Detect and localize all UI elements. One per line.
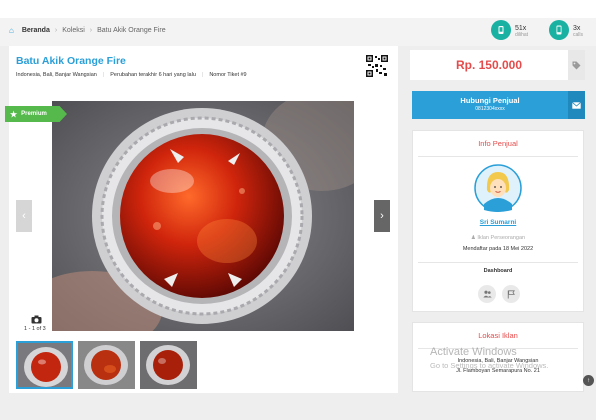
seller-type-label: Iklan Perseorangan — [477, 235, 526, 241]
thumbnail[interactable] — [16, 341, 73, 389]
gallery-next-button[interactable]: › — [374, 200, 390, 232]
seller-heading: Info Penjual — [478, 139, 518, 148]
thumbnail-image — [140, 341, 197, 389]
thumbnail[interactable] — [78, 341, 135, 389]
divider — [418, 262, 578, 263]
breadcrumb-home[interactable]: Beranda — [22, 27, 50, 34]
calls-stat: 3x calls — [549, 20, 583, 40]
star-icon: ★ — [10, 109, 18, 119]
home-icon[interactable]: ⌂ — [9, 26, 14, 35]
chevron-right-icon: › — [380, 210, 384, 222]
scroll-top-button[interactable]: ↑ — [583, 375, 594, 386]
main-photo[interactable] — [52, 101, 354, 331]
meta-divider: | — [102, 72, 105, 78]
chevron-left-icon: ‹ — [22, 210, 26, 222]
seller-registered: Mendaftar pada 18 Mei 2022 — [462, 246, 534, 252]
activation-watermark-subtitle: Go to Settings to activate Windows. — [430, 361, 549, 370]
listing-title: Batu Akik Orange Fire — [16, 55, 126, 67]
seller-name-link[interactable]: Sri Sumarni — [412, 219, 584, 226]
flag-icon[interactable] — [502, 285, 520, 303]
views-count: 51x — [515, 24, 527, 32]
premium-label: Premium — [21, 111, 47, 117]
contact-seller-button[interactable]: Hubungi Penjual 0812304xxxx — [412, 91, 568, 119]
price-display: Rp. 150.000 — [410, 50, 568, 80]
user-icon: ♟ — [470, 235, 476, 241]
eye-icon — [491, 20, 511, 40]
thumbnail-image — [78, 341, 135, 389]
seller-type: ♟ Iklan Perseorangan — [412, 235, 584, 241]
dashboard-tab[interactable]: Dashboard — [474, 265, 522, 277]
mail-icon[interactable] — [568, 91, 585, 119]
listing-updated: Perubahan terakhir 6 hari yang lalu — [110, 72, 196, 78]
listing-ticket: Nomor Tiket #9 — [209, 72, 247, 78]
contact-phone: 0812304xxxx — [475, 106, 505, 112]
camera-icon — [31, 315, 42, 326]
ring-image — [52, 101, 354, 331]
top-bar — [0, 0, 596, 18]
calls-count: 3x — [573, 24, 581, 32]
gallery-prev-button[interactable]: ‹ — [16, 200, 32, 232]
phone-icon — [549, 20, 569, 40]
qr-code-icon[interactable] — [366, 55, 388, 77]
breadcrumb: ⌂ Beranda › Koleksi › Batu Akik Orange F… — [9, 26, 166, 35]
avatar[interactable] — [474, 164, 522, 212]
tag-icon[interactable] — [568, 50, 585, 80]
thumbnail[interactable] — [140, 341, 197, 389]
calls-label: calls — [573, 31, 584, 38]
gallery-counter: 1 - 1 of 3 — [24, 326, 46, 332]
users-icon[interactable] — [478, 285, 496, 303]
thumbnail-image — [18, 343, 71, 387]
listing-location: Indonesia, Bali, Banjar Wangsian — [16, 72, 97, 78]
premium-badge: ★ Premium — [5, 106, 67, 122]
activation-watermark-title: Activate Windows — [430, 346, 517, 358]
meta-divider: | — [201, 72, 204, 78]
chevron-right-icon: › — [54, 27, 58, 34]
divider — [418, 156, 578, 157]
contact-label: Hubungi Penjual — [460, 96, 520, 105]
breadcrumb-current: Batu Akik Orange Fire — [97, 27, 166, 34]
location-heading: Lokasi Iklan — [478, 331, 518, 340]
views-label: dilihat — [515, 31, 529, 38]
arrow-up-icon: ↑ — [587, 377, 590, 384]
views-stat: 51x dilihat — [491, 20, 528, 40]
breadcrumb-collection[interactable]: Koleksi — [62, 27, 85, 34]
chevron-right-icon: › — [89, 27, 93, 34]
listing-meta: Indonesia, Bali, Banjar Wangsian | Perub… — [16, 72, 253, 78]
